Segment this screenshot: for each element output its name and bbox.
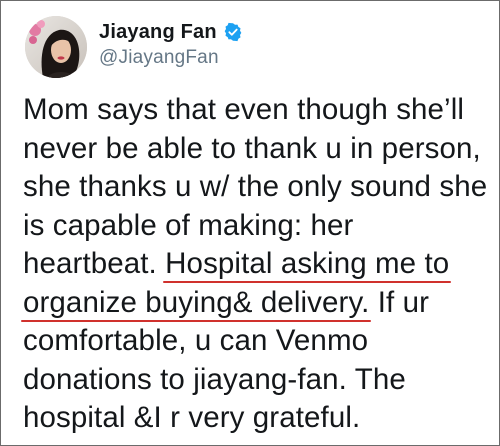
underlined-text: Hospital asking me to	[165, 247, 450, 280]
tweet-text-line: heartbeat. Hospital asking me to	[23, 245, 493, 284]
avatar-photo-icon	[25, 16, 87, 78]
author-display-name[interactable]: Jiayang Fan	[99, 21, 217, 44]
tweet-text-segment: hospital &I r very grateful.	[23, 401, 361, 434]
tweet-text-segment: donations to jiayang-fan. The	[23, 362, 406, 396]
tweet-text: Mom says that even though she’ll never be…	[23, 91, 493, 438]
tweet-text-line: donations to jiayang-fan. The	[23, 361, 493, 400]
tweet-text-line: comfortable, u can Venmo	[23, 322, 493, 361]
tweet-header: Jiayang Fan @JiayangFan	[25, 13, 243, 81]
tweet-text-line: she thanks u w/ the only sound she	[23, 168, 493, 207]
underlined-text: organize buying& delivery.	[23, 285, 370, 319]
tweet-text-line: hospital &I r very grateful.	[23, 399, 493, 438]
verified-badge-icon	[223, 22, 243, 42]
tweet-text-segment: Mom says that even though she’ll	[23, 93, 465, 126]
author-names: Jiayang Fan @JiayangFan	[99, 19, 243, 69]
tweet-text-line: Mom says that even though she’ll	[23, 91, 493, 130]
tweet-text-segment: heartbeat.	[23, 247, 166, 280]
tweet-text-segment: never be able to thank u in person,	[23, 131, 481, 165]
display-name-row: Jiayang Fan	[99, 19, 243, 45]
tweet-text-line: is capable of making: her	[23, 207, 493, 246]
author-handle[interactable]: @JiayangFan	[99, 47, 243, 69]
tweet-text-line: never be able to thank u in person,	[23, 130, 493, 169]
tweet-card: Jiayang Fan @JiayangFan Mom says that ev…	[0, 0, 500, 446]
avatar[interactable]	[25, 16, 87, 78]
tweet-text-line: organize buying& delivery. If ur	[23, 284, 493, 323]
tweet-text-segment: If ur	[369, 285, 430, 319]
tweet-text-segment: is capable of making: her	[23, 208, 354, 242]
tweet-text-segment: she thanks u w/ the only sound she	[23, 170, 488, 203]
tweet-text-segment: comfortable, u can Venmo	[23, 324, 369, 357]
